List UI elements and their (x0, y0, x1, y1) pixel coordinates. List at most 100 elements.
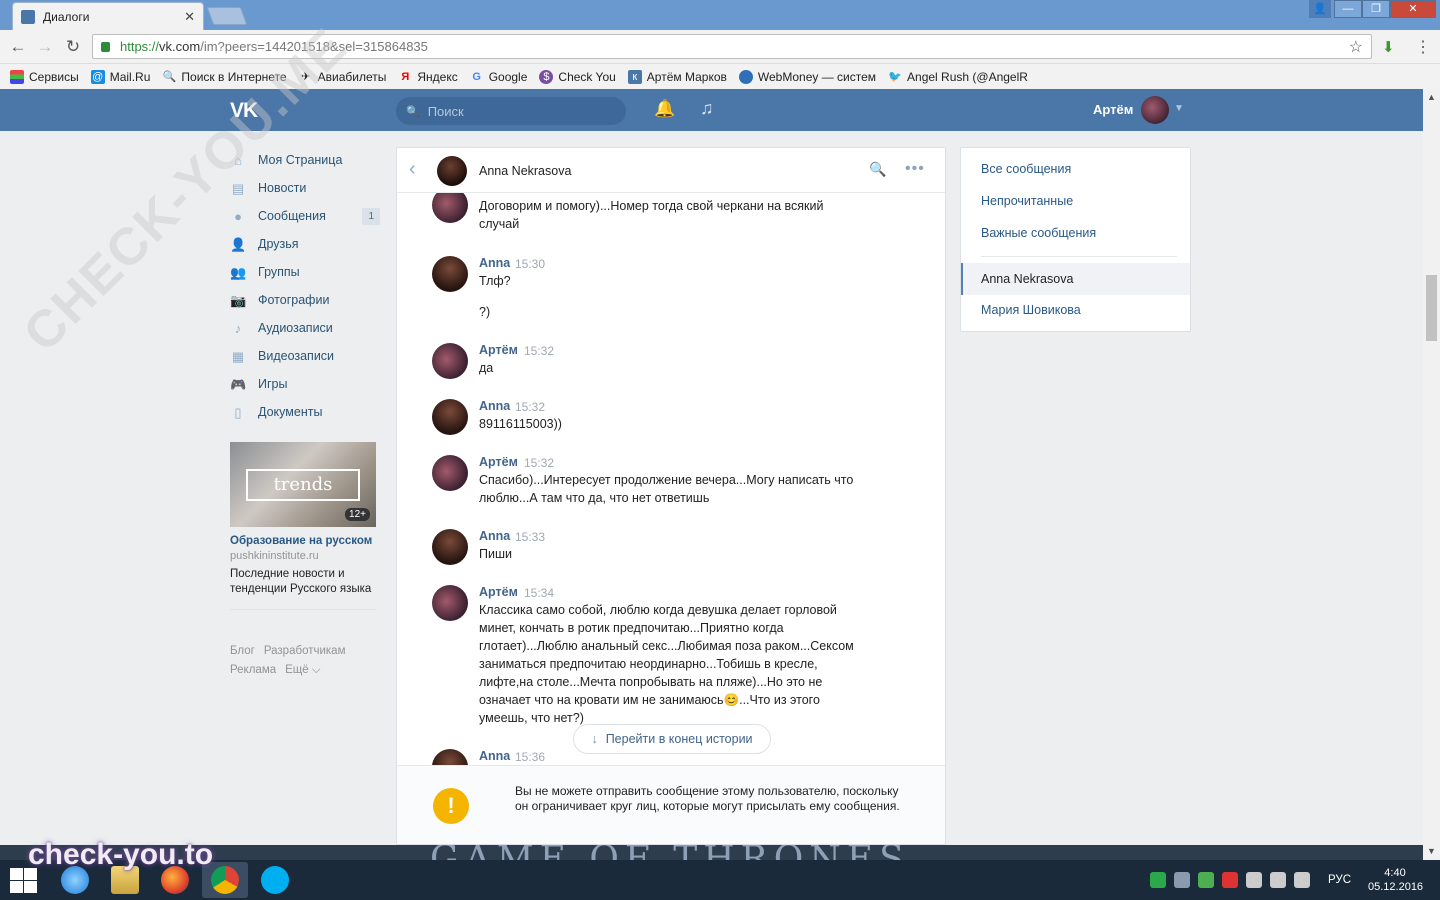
filter-important[interactable]: Важные сообщения (981, 226, 1096, 240)
footer-link-developers[interactable]: Разработчикам (264, 645, 346, 657)
ad-title[interactable]: Образование на русском (230, 535, 376, 547)
music-note-icon[interactable]: ♫ (700, 98, 714, 119)
back-chevron-icon[interactable]: ‹ (409, 158, 416, 181)
flag-icon[interactable] (1246, 872, 1262, 888)
avatar[interactable] (432, 343, 468, 379)
message-history[interactable]: Договорим и помогу)...Номер тогда свой ч… (397, 148, 945, 766)
message-author[interactable]: Anna (479, 749, 510, 763)
avatar[interactable] (432, 455, 468, 491)
menu-item-games[interactable]: 🎮 Игры (230, 370, 380, 398)
address-bar[interactable]: https://vk.com/im?peers=144201518&sel=31… (92, 34, 1372, 59)
avatar[interactable] (432, 529, 468, 565)
header-user-name[interactable]: Артём (1093, 102, 1133, 117)
chevron-down-icon[interactable]: ▼ (1174, 103, 1184, 114)
skype-icon[interactable] (252, 862, 298, 898)
bookmark-twitter[interactable]: 🐦 Angel Rush (@AngelR (888, 70, 1028, 84)
message-author[interactable]: Anna (479, 256, 510, 270)
dialog-item[interactable]: Мария Шовикова (981, 303, 1081, 317)
new-tab-button[interactable] (206, 7, 248, 25)
bookmark-webmoney[interactable]: WebMoney — систем (738, 69, 876, 84)
bookmark-services[interactable]: Сервисы (10, 69, 79, 84)
scrollbar-thumb[interactable] (1426, 275, 1437, 341)
bookmark-google[interactable]: G Google (470, 70, 527, 84)
menu-item-video[interactable]: ▦ Видеозаписи (230, 342, 380, 370)
avatar[interactable] (432, 399, 468, 435)
vk-icon: к (627, 69, 642, 84)
message-author[interactable]: Артём (479, 343, 518, 357)
vk-logo[interactable]: VK (230, 99, 258, 123)
message-author[interactable]: Anna (479, 399, 510, 413)
avatar[interactable] (432, 256, 468, 292)
forward-icon[interactable]: → (35, 37, 55, 57)
search-icon[interactable]: 🔍 (869, 161, 886, 178)
download-extension-icon[interactable]: ⬇ (1382, 38, 1395, 56)
browser-menu-icon[interactable]: ⋮ (1415, 37, 1431, 57)
browser-tab-dialogs[interactable]: Диалоги ✕ (12, 2, 204, 30)
reload-icon[interactable]: ↻ (63, 37, 83, 57)
peer-name[interactable]: Anna Nekrasova (479, 164, 571, 178)
bookmark-flights[interactable]: ✈ Авиабилеты (299, 70, 386, 84)
ad-image[interactable]: trends 12+ (230, 442, 376, 527)
footer-link-more[interactable]: Ещё ⌵ (285, 664, 320, 676)
peer-avatar[interactable] (437, 156, 467, 186)
bookmark-checkyou[interactable]: $ Check You (539, 69, 616, 84)
scroll-down-icon[interactable]: ▼ (1427, 846, 1436, 856)
menu-item-photos[interactable]: 📷 Фотографии (230, 286, 380, 314)
bookmark-yandex[interactable]: Я Яндекс (398, 70, 457, 84)
header-avatar[interactable] (1141, 96, 1169, 124)
restore-button[interactable]: ❐ (1362, 0, 1390, 18)
video-icon: ▦ (231, 348, 245, 364)
page-scrollbar[interactable]: ▲ ▼ (1423, 89, 1440, 860)
google-icon: G (472, 70, 481, 83)
menu-item-documents[interactable]: ▯ Документы (230, 398, 380, 426)
left-menu: ⌂ Моя Страница ▤ Новости ● Сообщения 1 👤 Друз… (230, 146, 380, 426)
volume-icon[interactable] (1294, 872, 1310, 888)
desktop-wallpaper: GAME OF THRONES (0, 845, 1423, 860)
minimize-button[interactable]: — (1334, 0, 1362, 18)
dialog-item-active[interactable]: Anna Nekrasova (961, 263, 1190, 295)
message-author[interactable]: Артём (479, 585, 518, 599)
language-indicator[interactable]: РУС (1328, 874, 1351, 886)
filter-all-messages[interactable]: Все сообщения (981, 162, 1071, 176)
menu-item-news[interactable]: ▤ Новости (230, 174, 380, 202)
menu-item-friends[interactable]: 👤 Друзья (230, 230, 380, 258)
message-time: 15:34 (524, 586, 555, 600)
bookmark-star-icon[interactable]: ☆ (1349, 37, 1363, 57)
back-icon[interactable]: ← (8, 37, 28, 57)
bottom-watermark: check-you.to (28, 838, 214, 871)
lock-icon (101, 41, 110, 52)
user-profile-icon[interactable]: 👤 (1309, 0, 1331, 18)
footer-link-blog[interactable]: Блог (230, 645, 255, 657)
message-author[interactable]: Артём (479, 455, 518, 469)
bookmark-mailru[interactable]: @ Mail.Ru (90, 69, 150, 84)
avatar[interactable] (432, 749, 468, 766)
message-author[interactable]: Anna (479, 529, 510, 543)
avatar[interactable] (432, 585, 468, 621)
footer-link-ads[interactable]: Реклама (230, 664, 276, 676)
tray-app-icon[interactable] (1150, 872, 1166, 888)
system-clock[interactable]: 4:40 05.12.2016 (1368, 866, 1423, 894)
goto-end-button[interactable]: ↓ Перейти в конец истории (573, 724, 771, 754)
bookmark-artem-markov[interactable]: к Артём Марков (627, 69, 727, 84)
message-time: 15:30 (515, 257, 546, 271)
ad-block[interactable]: trends 12+ Образование на русском pushki… (230, 442, 376, 610)
tray-antivirus-icon[interactable] (1222, 872, 1238, 888)
scroll-up-icon[interactable]: ▲ (1427, 92, 1436, 102)
menu-item-messages[interactable]: ● Сообщения 1 (230, 202, 380, 230)
close-tab-icon[interactable]: ✕ (184, 9, 195, 25)
close-window-button[interactable]: ✕ (1390, 0, 1436, 18)
menu-item-audio[interactable]: ♪ Аудиозаписи (230, 314, 380, 342)
bookmark-search[interactable]: 🔍 Поиск в Интернете (162, 70, 287, 84)
clock-time: 4:40 (1384, 867, 1406, 879)
message-time: 15:32 (515, 400, 546, 414)
search-input[interactable]: 🔍 Поиск (396, 97, 626, 125)
more-options-icon[interactable]: ••• (905, 160, 925, 178)
menu-item-groups[interactable]: 👥 Группы (230, 258, 380, 286)
steam-icon[interactable] (1174, 872, 1190, 888)
filter-unread[interactable]: Непрочитанные (981, 194, 1073, 208)
documents-icon: ▯ (234, 404, 242, 420)
menu-item-my-page[interactable]: ⌂ Моя Страница (230, 146, 380, 174)
notifications-bell-icon[interactable]: 🔔 (654, 99, 675, 119)
network-icon[interactable] (1270, 872, 1286, 888)
tray-leaf-icon[interactable] (1198, 872, 1214, 888)
